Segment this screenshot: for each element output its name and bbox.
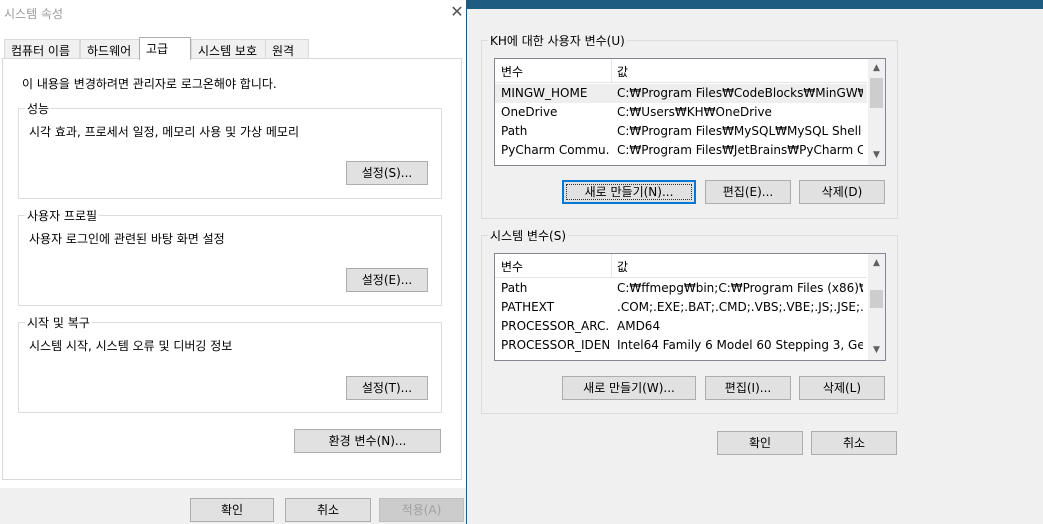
variable-name: PyCharm Commu...: [501, 143, 609, 157]
user-delete-button[interactable]: 삭제(D): [799, 180, 885, 204]
table-row[interactable]: Path C:₩Program Files₩MySQL₩MySQL Shell …: [495, 122, 867, 141]
performance-description: 시각 효과, 프로세서 일정, 메모리 사용 및 가상 메모리: [29, 125, 299, 139]
environment-variables-button[interactable]: 환경 변수(N)...: [294, 429, 441, 453]
system-edit-button[interactable]: 편집(I)...: [705, 376, 791, 400]
table-row[interactable]: PATHEXT .COM;.EXE;.BAT;.CMD;.VBS;.VBE;.J…: [495, 298, 867, 317]
scroll-up-icon[interactable]: ▲: [868, 60, 885, 77]
column-header-variable[interactable]: 변수: [501, 258, 523, 275]
user-variables-legend: KH에 대한 사용자 변수(U): [488, 32, 627, 49]
variable-name: PROCESSOR_IDEN...: [501, 338, 609, 352]
focus-rectangle: [566, 184, 692, 200]
variable-value: Intel64 Family 6 Model 60 Stepping 3, Ge…: [617, 338, 863, 352]
scroll-down-icon[interactable]: ▼: [868, 342, 885, 359]
column-header-value[interactable]: 값: [617, 258, 628, 275]
scroll-thumb[interactable]: [870, 290, 883, 308]
variable-name: Path: [501, 281, 528, 295]
variable-name: Path: [501, 124, 528, 138]
close-icon[interactable]: ✕: [448, 2, 466, 22]
user-profiles-group: 사용자 프로필 사용자 로그인에 관련된 바탕 화면 설정 설정(E)...: [18, 207, 442, 306]
table-row[interactable]: MINGW_HOME C:₩Program Files₩CodeBlocks₩M…: [495, 84, 867, 103]
system-properties-window: 시스템 속성 ✕ 컴퓨터 이름 하드웨어 고급 시스템 보호 원격 이 내용을 …: [0, 0, 466, 524]
window-title: 시스템 속성: [4, 7, 64, 21]
system-new-button[interactable]: 새로 만들기(W)...: [562, 376, 696, 400]
variable-value: C:₩Users₩KH₩OneDrive: [617, 105, 772, 119]
list-header: 변수 값: [495, 254, 867, 278]
table-row[interactable]: PROCESSOR_ARC... AMD64: [495, 317, 867, 336]
system-variables-list[interactable]: 변수 값 Path C:₩ffmepg₩bin;C:₩Program Files…: [494, 253, 886, 361]
table-row[interactable]: Path C:₩ffmepg₩bin;C:₩Program Files (x86…: [495, 279, 867, 298]
startup-recovery-legend: 시작 및 복구: [25, 314, 92, 331]
user-new-button[interactable]: 새로 만들기(N)...: [562, 180, 696, 204]
system-variables-legend: 시스템 변수(S): [488, 227, 568, 244]
startup-recovery-settings-button[interactable]: 설정(T)...: [346, 376, 428, 400]
env-cancel-button[interactable]: 취소: [811, 431, 897, 455]
env-ok-button[interactable]: 확인: [717, 431, 803, 455]
tab-system-protection[interactable]: 시스템 보호: [191, 39, 266, 59]
title-bar: [467, 0, 1043, 9]
startup-recovery-description: 시스템 시작, 시스템 오류 및 디버깅 정보: [29, 339, 233, 353]
system-delete-button[interactable]: 삭제(L): [799, 376, 885, 400]
column-header-value[interactable]: 값: [617, 63, 628, 80]
environment-variables-window: KH에 대한 사용자 변수(U) 변수 값 MINGW_HOME C:₩Prog…: [466, 0, 1043, 524]
user-variables-list[interactable]: 변수 값 MINGW_HOME C:₩Program Files₩CodeBlo…: [494, 58, 886, 166]
user-profiles-description: 사용자 로그인에 관련된 바탕 화면 설정: [29, 232, 225, 246]
ok-button[interactable]: 확인: [190, 498, 274, 522]
variable-name: PATHEXT: [501, 300, 555, 314]
user-profiles-legend: 사용자 프로필: [25, 207, 100, 224]
table-row[interactable]: PROCESSOR_IDEN... Intel64 Family 6 Model…: [495, 336, 867, 355]
scroll-up-icon[interactable]: ▲: [868, 255, 885, 272]
column-header-variable[interactable]: 변수: [501, 63, 523, 80]
system-variables-group: 시스템 변수(S) 변수 값 Path C:₩ffmepg₩bin;C:₩Pro…: [481, 227, 898, 414]
performance-legend: 성능: [25, 100, 52, 117]
table-row[interactable]: OneDrive C:₩Users₩KH₩OneDrive: [495, 103, 867, 122]
list-header: 변수 값: [495, 59, 867, 83]
cancel-button[interactable]: 취소: [285, 498, 371, 522]
variable-value: C:₩Program Files₩MySQL₩MySQL Shell 8....: [617, 124, 863, 138]
variable-value: C:₩ffmepg₩bin;C:₩Program Files (x86)₩G..…: [617, 281, 863, 295]
variable-name: PROCESSOR_ARC...: [501, 319, 609, 333]
performance-settings-button[interactable]: 설정(S)...: [346, 161, 428, 185]
vertical-scrollbar[interactable]: ▲ ▼: [868, 59, 885, 165]
user-variables-group: KH에 대한 사용자 변수(U) 변수 값 MINGW_HOME C:₩Prog…: [481, 32, 898, 219]
apply-button[interactable]: 적용(A): [379, 498, 464, 522]
variable-value: C:₩Program Files₩CodeBlocks₩MinGW₩bin: [617, 86, 863, 100]
tab-hardware[interactable]: 하드웨어: [80, 39, 140, 59]
user-profiles-settings-button[interactable]: 설정(E)...: [346, 268, 428, 292]
variable-value: C:₩Program Files₩JetBrains₩PyCharm Co...: [617, 143, 863, 157]
variable-name: MINGW_HOME: [501, 86, 588, 100]
vertical-scrollbar[interactable]: ▲ ▼: [868, 254, 885, 360]
scroll-down-icon[interactable]: ▼: [868, 147, 885, 164]
performance-group: 성능 시각 효과, 프로세서 일정, 메모리 사용 및 가상 메모리 설정(S)…: [18, 100, 442, 199]
tab-remote[interactable]: 원격: [265, 39, 309, 59]
variable-value: AMD64: [617, 319, 661, 333]
variable-value: .COM;.EXE;.BAT;.CMD;.VBS;.VBE;.JS;.JSE;.…: [617, 300, 863, 314]
admin-note: 이 내용을 변경하려면 관리자로 로그온해야 합니다.: [22, 77, 277, 91]
column-divider[interactable]: [611, 59, 612, 83]
variable-name: OneDrive: [501, 105, 558, 119]
user-edit-button[interactable]: 편집(E)...: [705, 180, 791, 204]
table-row[interactable]: PyCharm Commu... C:₩Program Files₩JetBra…: [495, 141, 867, 160]
startup-recovery-group: 시작 및 복구 시스템 시작, 시스템 오류 및 디버깅 정보 설정(T)...: [18, 314, 442, 413]
tab-computer-name[interactable]: 컴퓨터 이름: [4, 39, 80, 59]
tab-advanced[interactable]: 고급: [139, 37, 191, 60]
scroll-thumb[interactable]: [870, 78, 883, 108]
column-divider[interactable]: [611, 254, 612, 278]
